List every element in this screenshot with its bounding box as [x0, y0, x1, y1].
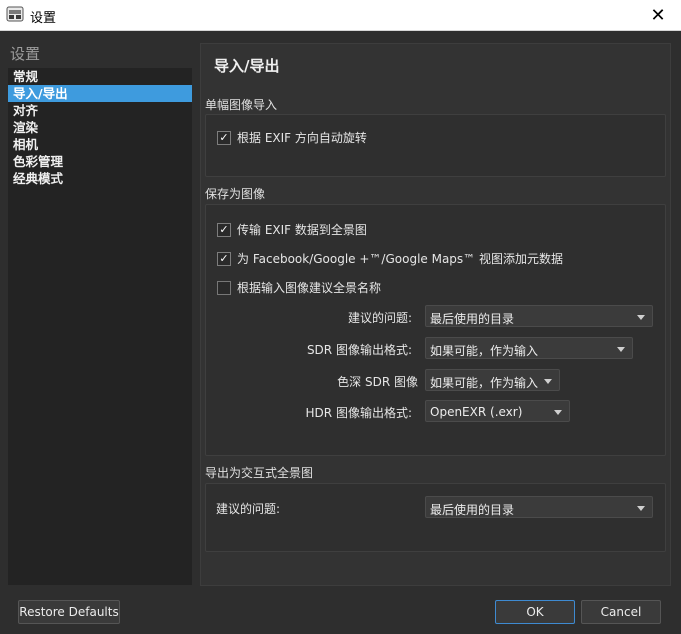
export-interactive-group: 建议的问题: 最后使用的目录	[205, 483, 666, 552]
sidebar-item-classic-mode[interactable]: 经典模式	[8, 170, 192, 187]
sdr-format-value: 如果可能，作为输入	[430, 344, 539, 358]
suggest-name-checkbox[interactable]	[217, 280, 231, 295]
sidebar: 常规 导入/导出 对齐 渲染 相机 色彩管理 经典模式	[8, 68, 192, 585]
auto-rotate-label: 根据 EXIF 方向自动旋转	[237, 131, 367, 145]
title-bar: 设置 ✕	[0, 0, 681, 31]
auto-rotate-checkbox-row[interactable]: ✓ 根据 EXIF 方向自动旋转	[217, 129, 367, 146]
sdr-format-select[interactable]: 如果可能，作为输入	[425, 337, 633, 359]
sidebar-item-import-export[interactable]: 导入/导出	[8, 85, 192, 102]
sdr-format-label: SDR 图像输出格式:	[306, 343, 412, 357]
cancel-button[interactable]: Cancel	[581, 600, 661, 624]
sdr-depth-value: 如果可能，作为输入	[430, 376, 539, 390]
chevron-down-icon	[637, 506, 645, 511]
export-suggested-location-select[interactable]: 最后使用的目录	[425, 496, 653, 518]
add-metadata-checkbox-row[interactable]: ✓ 为 Facebook/Google +™/Google Maps™ 视图添加…	[217, 250, 563, 267]
single-import-group: ✓ 根据 EXIF 方向自动旋转	[205, 114, 666, 177]
transfer-exif-checkbox[interactable]: ✓	[217, 222, 231, 237]
suggest-name-label: 根据输入图像建议全景名称	[237, 281, 382, 295]
page-title: 导入/导出	[214, 57, 280, 75]
export-suggested-location-label: 建议的问题:	[216, 502, 281, 516]
save-as-image-group: ✓ 传输 EXIF 数据到全景图 ✓ 为 Facebook/Google +™/…	[205, 204, 666, 456]
sidebar-item-camera[interactable]: 相机	[8, 136, 192, 153]
window-title: 设置	[30, 11, 57, 26]
chevron-down-icon	[554, 410, 562, 415]
ok-button[interactable]: OK	[495, 600, 575, 624]
chevron-down-icon	[637, 315, 645, 320]
transfer-exif-checkbox-row[interactable]: ✓ 传输 EXIF 数据到全景图	[217, 221, 367, 238]
hdr-format-value: OpenEXR (.exr)	[430, 405, 523, 419]
chevron-down-icon	[617, 347, 625, 352]
main-panel: 导入/导出 单幅图像导入 ✓ 根据 EXIF 方向自动旋转 保存为图像 ✓ 传输…	[200, 43, 671, 586]
auto-rotate-checkbox[interactable]: ✓	[217, 130, 231, 145]
section-export-interactive-label: 导出为交互式全景图	[205, 466, 314, 480]
section-save-as-image-label: 保存为图像	[205, 187, 266, 201]
suggest-name-checkbox-row[interactable]: 根据输入图像建议全景名称	[217, 279, 381, 296]
sidebar-item-render[interactable]: 渲染	[8, 119, 192, 136]
sidebar-item-color-management[interactable]: 色彩管理	[8, 153, 192, 170]
sidebar-item-general[interactable]: 常规	[8, 68, 192, 85]
settings-window: 设置 ✕ 设置 常规 导入/导出 对齐 渲染 相机 色彩管理 经典模式 导入/导…	[0, 0, 681, 634]
suggested-location-label: 建议的问题:	[347, 311, 412, 325]
pano-app-icon	[6, 6, 24, 22]
close-button[interactable]: ✕	[635, 0, 681, 30]
hdr-format-label: HDR 图像输出格式:	[305, 406, 412, 420]
restore-defaults-button[interactable]: Restore Defaults	[18, 600, 120, 624]
sdr-depth-label: 色深 SDR 图像	[337, 375, 418, 389]
chevron-down-icon	[544, 379, 552, 384]
sidebar-heading: 设置	[10, 45, 41, 63]
add-metadata-label: 为 Facebook/Google +™/Google Maps™ 视图添加元数…	[237, 252, 563, 266]
transfer-exif-label: 传输 EXIF 数据到全景图	[237, 223, 367, 237]
section-single-import-label: 单幅图像导入	[205, 98, 278, 112]
hdr-format-select[interactable]: OpenEXR (.exr)	[425, 400, 570, 422]
export-suggested-location-value: 最后使用的目录	[430, 503, 515, 517]
sidebar-item-align[interactable]: 对齐	[8, 102, 192, 119]
suggested-location-value: 最后使用的目录	[430, 312, 515, 326]
sdr-depth-select[interactable]: 如果可能，作为输入	[425, 369, 560, 391]
add-metadata-checkbox[interactable]: ✓	[217, 251, 231, 266]
suggested-location-select[interactable]: 最后使用的目录	[425, 305, 653, 327]
close-icon: ✕	[650, 4, 666, 26]
